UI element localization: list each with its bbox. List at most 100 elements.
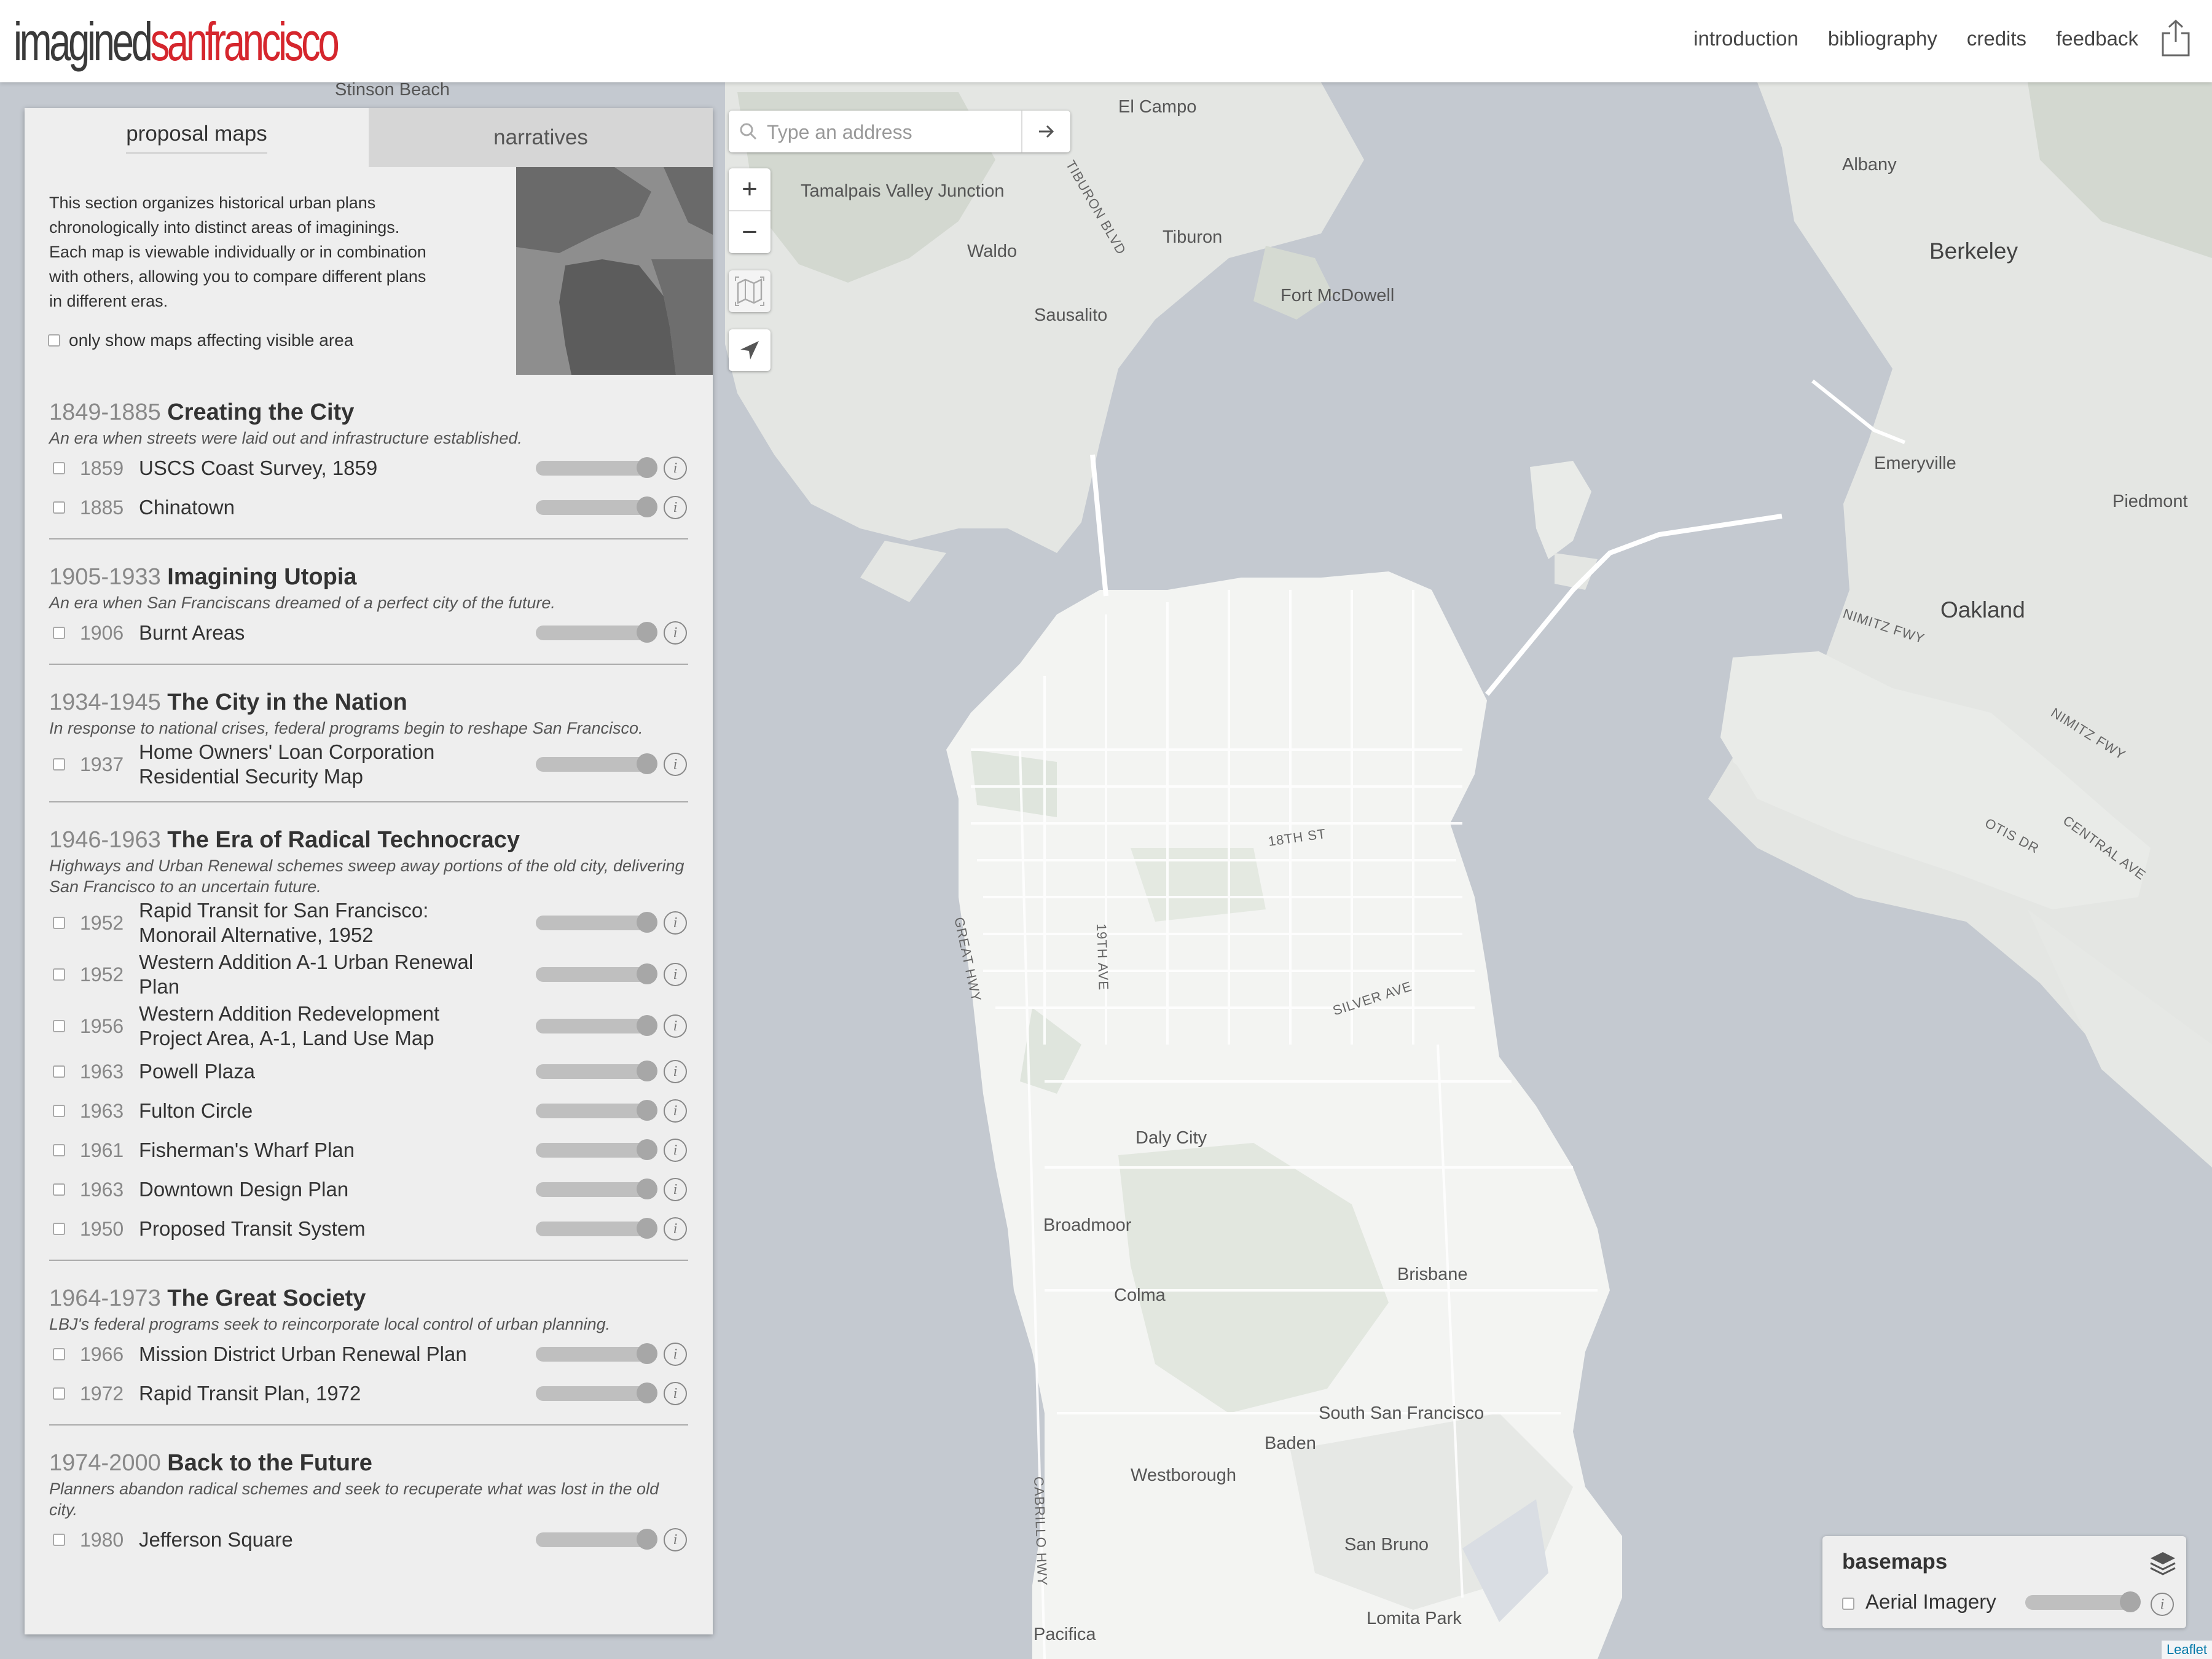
map-list-item[interactable]: 1885 Chinatown i	[25, 488, 688, 527]
map-list-item[interactable]: 1956 Western Addition Redevelopment Proje…	[25, 1000, 688, 1052]
map-checkbox[interactable]	[53, 1144, 65, 1156]
map-title[interactable]: Fisherman's Wharf Plan	[139, 1138, 501, 1163]
map-checkbox[interactable]	[53, 627, 65, 639]
slider-knob[interactable]	[637, 457, 657, 478]
info-icon[interactable]: i	[664, 963, 687, 986]
opacity-slider[interactable]	[536, 1015, 657, 1036]
visible-area-checkbox[interactable]	[48, 334, 60, 347]
layers-icon[interactable]	[2148, 1548, 2178, 1578]
opacity-slider[interactable]	[536, 963, 657, 984]
slider-knob[interactable]	[637, 1382, 657, 1403]
opacity-slider[interactable]	[536, 912, 657, 933]
map-list-item[interactable]: 1980 Jefferson Square i	[25, 1520, 688, 1559]
opacity-slider[interactable]	[536, 753, 657, 774]
map-title[interactable]: Home Owners' Loan Corporation Residentia…	[139, 740, 501, 789]
slider-knob[interactable]	[637, 496, 657, 517]
map-list-item[interactable]: 1906 Burnt Areas i	[25, 613, 688, 653]
slider-knob[interactable]	[637, 963, 657, 984]
opacity-slider[interactable]	[536, 622, 657, 643]
slider-knob[interactable]	[637, 912, 657, 933]
slider-knob[interactable]	[637, 1061, 657, 1081]
map-checkbox[interactable]	[53, 1348, 65, 1360]
map-checkbox[interactable]	[53, 1183, 65, 1196]
info-icon[interactable]: i	[664, 496, 687, 519]
map-title[interactable]: Mission District Urban Renewal Plan	[139, 1342, 501, 1367]
info-icon[interactable]: i	[664, 1014, 687, 1038]
nav-bibliography[interactable]: bibliography	[1828, 27, 1937, 50]
opacity-slider[interactable]	[536, 1061, 657, 1081]
opacity-slider[interactable]	[536, 1343, 657, 1364]
slider-knob[interactable]	[637, 1529, 657, 1550]
map-checkbox[interactable]	[53, 968, 65, 981]
map-title[interactable]: Rapid Transit for San Francisco: Monorai…	[139, 898, 501, 947]
info-icon[interactable]: i	[664, 911, 687, 935]
leaflet-attribution[interactable]: Leaflet	[2161, 1641, 2212, 1659]
map-list-item[interactable]: 1952 Rapid Transit for San Francisco: Mon…	[25, 897, 688, 949]
opacity-slider[interactable]	[536, 457, 657, 478]
map-list-item[interactable]: 1961 Fisherman's Wharf Plan i	[25, 1131, 688, 1170]
visible-area-filter[interactable]: only show maps affecting visible area	[48, 331, 353, 350]
map-list-item[interactable]: 1963 Powell Plaza i	[25, 1052, 688, 1091]
info-icon[interactable]: i	[664, 1178, 687, 1201]
slider-knob[interactable]	[637, 1179, 657, 1199]
opacity-slider[interactable]	[536, 1218, 657, 1239]
share-icon[interactable]	[2159, 18, 2192, 58]
map-checkbox[interactable]	[53, 1020, 65, 1032]
site-logo[interactable]: imaginedsanfrancisco	[14, 11, 340, 73]
slider-knob[interactable]	[637, 753, 657, 774]
nav-feedback[interactable]: feedback	[2056, 27, 2138, 50]
map-title[interactable]: Burnt Areas	[139, 621, 501, 645]
map-title[interactable]: USCS Coast Survey, 1859	[139, 456, 501, 480]
info-icon[interactable]: i	[664, 1060, 687, 1083]
opacity-slider[interactable]	[536, 496, 657, 517]
map-title[interactable]: Proposed Transit System	[139, 1217, 501, 1241]
opacity-slider[interactable]	[536, 1100, 657, 1121]
map-checkbox[interactable]	[53, 1534, 65, 1546]
search-submit-button[interactable]	[1021, 111, 1070, 152]
address-search-input[interactable]	[766, 117, 1008, 147]
map-checkbox[interactable]	[53, 1223, 65, 1235]
map-list-item[interactable]: 1952 Western Addition A-1 Urban Renewal P…	[25, 949, 688, 1000]
tab-narratives[interactable]: narratives	[369, 108, 713, 167]
opacity-slider[interactable]	[536, 1529, 657, 1550]
map-title[interactable]: Downtown Design Plan	[139, 1177, 501, 1202]
aerial-opacity-slider[interactable]	[2025, 1591, 2141, 1612]
map-list-item[interactable]: 1966 Mission District Urban Renewal Plan i	[25, 1335, 688, 1374]
map-checkbox[interactable]	[53, 501, 65, 514]
nav-credits[interactable]: credits	[1967, 27, 2026, 50]
tab-proposal-maps[interactable]: proposal maps	[25, 108, 369, 167]
map-list-item[interactable]: 1950 Proposed Transit System i	[25, 1209, 688, 1249]
info-icon[interactable]: i	[664, 457, 687, 480]
map-title[interactable]: Powell Plaza	[139, 1059, 501, 1084]
info-icon[interactable]: i	[664, 1099, 687, 1123]
info-icon[interactable]: i	[664, 1343, 687, 1366]
map-list-item[interactable]: 1963 Downtown Design Plan i	[25, 1170, 688, 1209]
map-list-item[interactable]: 1963 Fulton Circle i	[25, 1091, 688, 1131]
map-list-item[interactable]: 1972 Rapid Transit Plan, 1972 i	[25, 1374, 688, 1413]
opacity-slider[interactable]	[536, 1139, 657, 1160]
zoom-in-button[interactable]: +	[729, 168, 771, 211]
nav-introduction[interactable]: introduction	[1693, 27, 1798, 50]
map-checkbox[interactable]	[53, 758, 65, 771]
opacity-slider[interactable]	[536, 1382, 657, 1403]
map-checkbox[interactable]	[53, 1105, 65, 1117]
aerial-imagery-checkbox[interactable]	[1842, 1598, 1854, 1610]
map-title[interactable]: Chinatown	[139, 495, 501, 520]
map-checkbox[interactable]	[53, 1387, 65, 1400]
info-icon[interactable]: i	[2151, 1593, 2174, 1616]
map-checkbox[interactable]	[53, 462, 65, 474]
slider-knob[interactable]	[637, 1343, 657, 1364]
map-title[interactable]: Western Addition Redevelopment Project A…	[139, 1002, 501, 1051]
locate-me-button[interactable]	[729, 329, 771, 371]
slider-knob[interactable]	[637, 1218, 657, 1239]
slider-knob[interactable]	[2120, 1591, 2141, 1612]
map-title[interactable]: Jefferson Square	[139, 1528, 501, 1552]
opacity-slider[interactable]	[536, 1179, 657, 1199]
info-icon[interactable]: i	[664, 1139, 687, 1162]
info-icon[interactable]: i	[664, 1217, 687, 1241]
slider-knob[interactable]	[637, 622, 657, 643]
map-checkbox[interactable]	[53, 1065, 65, 1078]
map-checkbox[interactable]	[53, 917, 65, 929]
slider-knob[interactable]	[637, 1100, 657, 1121]
info-icon[interactable]: i	[664, 1528, 687, 1551]
